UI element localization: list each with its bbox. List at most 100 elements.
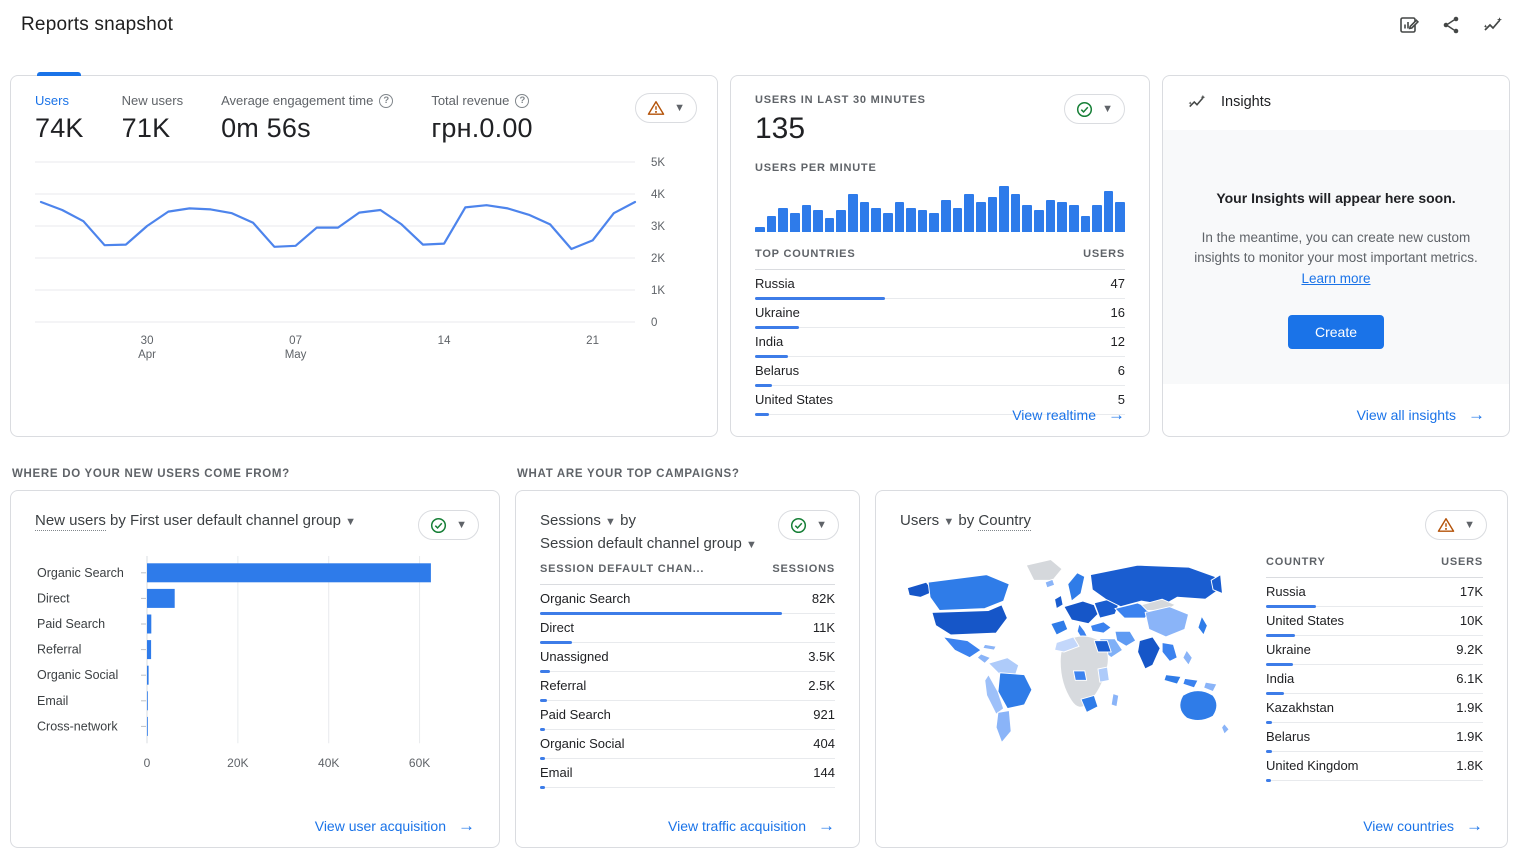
data-quality-ok-dropdown[interactable]: ▼	[778, 510, 839, 540]
arrow-right-icon: →	[1466, 817, 1483, 834]
minute-bar[interactable]	[895, 202, 905, 232]
minute-bar[interactable]	[1069, 205, 1079, 232]
arrow-right-icon: →	[818, 817, 835, 834]
minute-bar[interactable]	[1057, 202, 1067, 232]
session-channel-row[interactable]: Unassigned3.5K	[540, 643, 835, 672]
session-channel-row[interactable]: Organic Search82K	[540, 585, 835, 614]
country-row[interactable]: India6.1K	[1266, 665, 1483, 694]
realtime-country-row[interactable]: India12	[755, 328, 1125, 357]
svg-text:Organic Social: Organic Social	[37, 668, 118, 682]
minute-bar[interactable]	[1034, 210, 1044, 232]
minute-bar[interactable]	[1104, 191, 1114, 232]
data-quality-ok-dropdown[interactable]: ▼	[1064, 94, 1125, 124]
metric-tab-users[interactable]: Users74K	[35, 93, 84, 144]
minute-bar[interactable]	[1092, 205, 1102, 232]
warning-icon	[647, 100, 665, 116]
users-per-minute-chart[interactable]	[755, 186, 1125, 232]
help-icon[interactable]: ?	[515, 94, 529, 108]
row-value: 144	[813, 765, 835, 780]
data-quality-warning-dropdown[interactable]: ▼	[1425, 510, 1487, 540]
minute-bar[interactable]	[848, 194, 858, 232]
country-row[interactable]: Belarus1.9K	[1266, 723, 1483, 752]
world-map-choropleth[interactable]	[888, 552, 1240, 752]
metric-value: грн.0.00	[431, 113, 532, 144]
svg-text:30: 30	[141, 335, 154, 347]
session-channel-row[interactable]: Referral2.5K	[540, 672, 835, 701]
country-row[interactable]: United Kingdom1.8K	[1266, 752, 1483, 781]
session-channel-row[interactable]: Organic Social404	[540, 730, 835, 759]
section-label-new-users: WHERE DO YOUR NEW USERS COME FROM?	[12, 468, 500, 482]
view-all-insights-link[interactable]: View all insights→	[1357, 406, 1485, 423]
minute-bar[interactable]	[941, 200, 951, 232]
row-value: 921	[813, 707, 835, 722]
chevron-down-icon: ▼	[816, 520, 827, 531]
country-row[interactable]: Ukraine9.2K	[1266, 636, 1483, 665]
minute-bar[interactable]	[1022, 205, 1032, 232]
minute-bar[interactable]	[836, 210, 846, 232]
metric-tab-average-engagement-time[interactable]: Average engagement time?0m 56s	[221, 93, 393, 144]
insights-body: In the meantime, you can create new cust…	[1189, 228, 1483, 289]
minute-bar[interactable]	[767, 216, 777, 232]
minute-bar[interactable]	[964, 194, 974, 232]
minute-bar[interactable]	[1081, 216, 1091, 232]
country-row[interactable]: Kazakhstan1.9K	[1266, 694, 1483, 723]
sessions-col-header: SESSIONS	[772, 563, 835, 575]
top-countries-list: Russia47Ukraine16India12Belarus6United S…	[755, 270, 1125, 415]
minute-bar[interactable]	[953, 208, 963, 232]
data-quality-warning-dropdown[interactable]: ▼	[635, 93, 697, 123]
minute-bar[interactable]	[1115, 202, 1125, 232]
row-label: Ukraine	[1266, 642, 1311, 657]
campaigns-card-title[interactable]: Sessions ▼ by Session default channel gr…	[540, 510, 757, 555]
data-quality-ok-dropdown[interactable]: ▼	[418, 510, 479, 540]
session-channel-row[interactable]: Paid Search921	[540, 701, 835, 730]
minute-bar[interactable]	[999, 186, 1009, 232]
minute-bar[interactable]	[906, 208, 916, 232]
minute-bar[interactable]	[813, 210, 823, 232]
country-row[interactable]: Russia17K	[1266, 578, 1483, 607]
minute-bar[interactable]	[871, 208, 881, 232]
realtime-country-row[interactable]: Russia47	[755, 270, 1125, 299]
row-label: Kazakhstan	[1266, 700, 1334, 715]
realtime-country-row[interactable]: Ukraine16	[755, 299, 1125, 328]
minute-bar[interactable]	[825, 218, 835, 232]
minute-bar[interactable]	[755, 227, 765, 232]
row-label: Direct	[540, 620, 574, 635]
view-countries-link[interactable]: View countries→	[1363, 817, 1483, 834]
view-realtime-link[interactable]: View realtime→	[1012, 406, 1125, 423]
new-users-card-title[interactable]: New users by First user default channel …	[35, 510, 356, 533]
chevron-down-icon: ▼	[943, 516, 954, 528]
minute-bar[interactable]	[929, 213, 939, 232]
metric-tab-new-users[interactable]: New users71K	[122, 93, 183, 144]
minute-bar[interactable]	[778, 208, 788, 232]
minute-bar[interactable]	[976, 202, 986, 232]
view-traffic-acquisition-link[interactable]: View traffic acquisition→	[668, 817, 835, 834]
row-value: 3.5K	[808, 649, 835, 664]
help-icon[interactable]: ?	[379, 94, 393, 108]
minute-bar[interactable]	[988, 197, 998, 232]
view-user-acquisition-link[interactable]: View user acquisition→	[315, 817, 475, 834]
session-channel-row[interactable]: Direct11K	[540, 614, 835, 643]
users-by-country-card: Users ▼ by Country ▼	[875, 490, 1508, 848]
minute-bar[interactable]	[802, 205, 812, 232]
metric-tab-total-revenue[interactable]: Total revenue?грн.0.00	[431, 93, 532, 144]
row-label: Email	[540, 765, 573, 780]
new-users-bar-chart[interactable]: 020K40K60KOrganic SearchDirectPaid Searc…	[35, 550, 489, 789]
session-channel-row[interactable]: Email 144	[540, 759, 835, 788]
top-cards-row: Users74K New users71K Average engagement t…	[0, 75, 1531, 437]
learn-more-link[interactable]: Learn more	[1301, 271, 1370, 286]
create-insight-button[interactable]: Create	[1288, 315, 1384, 349]
country-row[interactable]: United States10K	[1266, 607, 1483, 636]
minute-bar[interactable]	[883, 213, 893, 232]
world-map-container	[888, 542, 1250, 781]
insights-icon[interactable]	[1479, 11, 1507, 39]
country-card-title[interactable]: Users ▼ by Country	[900, 510, 1031, 533]
share-icon[interactable]	[1437, 11, 1465, 39]
minute-bar[interactable]	[790, 213, 800, 232]
minute-bar[interactable]	[918, 210, 928, 232]
realtime-country-row[interactable]: Belarus6	[755, 357, 1125, 386]
minute-bar[interactable]	[860, 202, 870, 232]
users-over-time-chart[interactable]: 01K2K3K4K5K30Apr07May1421	[35, 154, 709, 369]
minute-bar[interactable]	[1046, 200, 1056, 232]
customize-report-icon[interactable]	[1395, 11, 1423, 39]
minute-bar[interactable]	[1011, 194, 1021, 232]
